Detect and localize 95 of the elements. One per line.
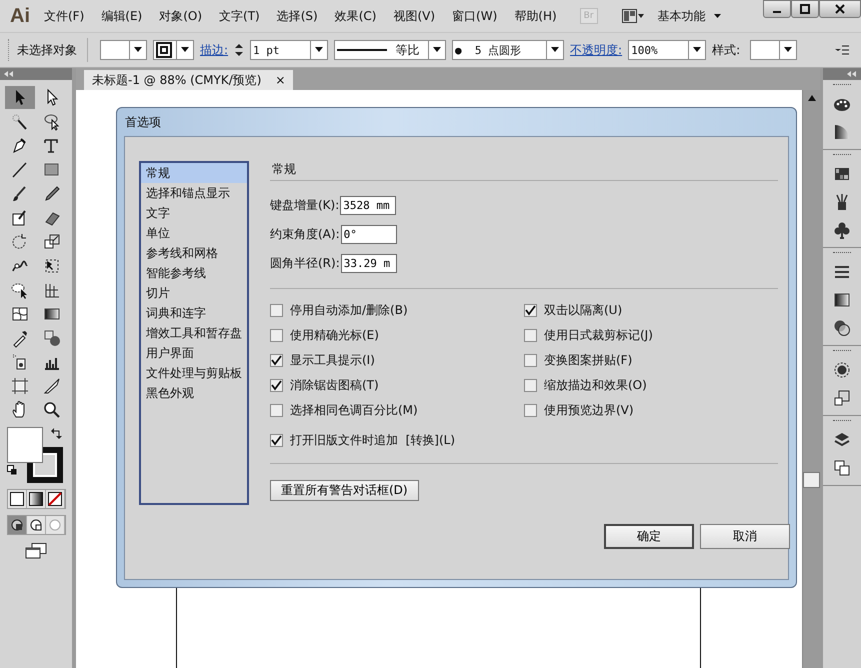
caret-icon bbox=[181, 47, 189, 53]
checkbox-label: 使用日式裁剪标记(J) bbox=[544, 326, 653, 344]
category-item[interactable]: 单位 bbox=[141, 223, 247, 243]
menu-item[interactable]: 窗口(W) bbox=[452, 8, 498, 24]
close-icon[interactable] bbox=[835, 4, 845, 14]
category-item[interactable]: 智能参考线 bbox=[141, 263, 247, 283]
field-label: 键盘增量(K): bbox=[270, 197, 340, 214]
caret-icon bbox=[551, 47, 560, 53]
scroll-up-icon[interactable] bbox=[806, 94, 816, 102]
checkbox[interactable] bbox=[524, 328, 537, 342]
checkbox-label: 打开旧版文件时追加 [转换](L) bbox=[290, 432, 456, 448]
input-field[interactable]: 33.29 m bbox=[340, 254, 397, 273]
caret-icon bbox=[134, 47, 142, 53]
opacity-field[interactable]: 100% bbox=[628, 40, 706, 60]
checkbox[interactable] bbox=[270, 354, 283, 366]
checkbox-label: 消除锯齿图稿(T) bbox=[290, 376, 379, 394]
opacity-link[interactable]: 不透明度: bbox=[570, 42, 622, 58]
menu-item[interactable]: 帮助(H) bbox=[514, 8, 557, 24]
checkbox-label: 缩放描边和效果(O) bbox=[544, 376, 647, 394]
checkbox[interactable] bbox=[524, 354, 537, 366]
fill-dropdown[interactable] bbox=[100, 40, 147, 60]
menu-item[interactable]: 视图(V) bbox=[393, 8, 436, 24]
ok-button[interactable]: 确定 bbox=[604, 524, 694, 549]
collapse-arrows-icon[interactable] bbox=[4, 71, 14, 77]
section-title: 常规 bbox=[270, 161, 778, 181]
none-mode-button[interactable] bbox=[46, 490, 64, 508]
swap-arrow-icon[interactable] bbox=[51, 427, 63, 439]
category-item[interactable]: 参考线和网格 bbox=[141, 243, 247, 263]
checkbox[interactable] bbox=[524, 304, 537, 316]
brush-dropdown[interactable]: ● 5 点圆形 bbox=[452, 40, 564, 60]
scrollbar-thumb[interactable] bbox=[803, 472, 820, 488]
checkbox[interactable] bbox=[270, 304, 283, 316]
menu-item[interactable]: 文件(F) bbox=[44, 8, 84, 24]
category-item[interactable]: 切片 bbox=[141, 283, 247, 303]
draw-normal-button[interactable] bbox=[8, 516, 26, 534]
checkbox-label: 使用预览边界(V) bbox=[544, 402, 634, 418]
field-label: 约束角度(A): bbox=[270, 226, 340, 243]
caret-icon bbox=[784, 47, 792, 53]
stepper-arrows-icon[interactable] bbox=[234, 41, 244, 59]
category-item[interactable]: 选择和锚点显示 bbox=[141, 183, 247, 203]
stroke-weight-field[interactable]: 1 pt bbox=[250, 40, 328, 60]
workspace-dropdown[interactable]: 基本功能 bbox=[658, 8, 706, 24]
caret-icon[interactable] bbox=[714, 14, 721, 18]
field-label: 圆角半径(R): bbox=[270, 255, 340, 272]
draw-behind-button[interactable] bbox=[26, 516, 46, 534]
caret-icon bbox=[433, 47, 442, 53]
arrange-documents-icon[interactable] bbox=[622, 9, 644, 23]
category-item[interactable]: 文字 bbox=[141, 203, 247, 223]
checkbox[interactable] bbox=[270, 328, 283, 342]
stroke-dropdown[interactable] bbox=[153, 40, 194, 60]
menu-item[interactable]: 选择(S) bbox=[276, 8, 318, 24]
category-item[interactable]: 用户界面 bbox=[141, 343, 247, 363]
reset-warnings-button[interactable]: 重置所有警告对话框(D) bbox=[270, 480, 419, 501]
category-item[interactable]: 常规 bbox=[141, 163, 247, 183]
input-field[interactable]: 0° bbox=[340, 225, 397, 244]
checkbox-label: 显示工具提示(I) bbox=[290, 352, 375, 368]
checkbox-label: 停用自动添加/删除(B) bbox=[290, 302, 408, 318]
screen-mode-icon[interactable] bbox=[25, 543, 47, 559]
menu-item[interactable]: 对象(O) bbox=[159, 8, 202, 24]
category-item[interactable]: 文件处理与剪贴板 bbox=[141, 363, 247, 383]
checkbox-label: 选择相同色调百分比(M) bbox=[290, 402, 418, 418]
checkbox[interactable] bbox=[270, 378, 283, 392]
document-tab[interactable]: 未标题-1 @ 88% (CMYK/预览) × bbox=[84, 70, 294, 90]
checkbox[interactable] bbox=[524, 378, 537, 392]
category-item[interactable]: 增效工具和暂存盘 bbox=[141, 323, 247, 343]
collapse-arrows-icon[interactable] bbox=[847, 71, 857, 77]
menu-item[interactable]: 文字(T) bbox=[219, 8, 260, 24]
dialog-title: 首选项 bbox=[125, 114, 161, 130]
close-tab-button[interactable]: × bbox=[275, 73, 286, 87]
checkbox[interactable] bbox=[524, 404, 537, 416]
cancel-button[interactable]: 取消 bbox=[700, 524, 790, 549]
menu-item[interactable]: 编辑(E) bbox=[101, 8, 142, 24]
profile-dropdown[interactable]: 等比 bbox=[334, 40, 446, 60]
default-colors-icon[interactable] bbox=[7, 465, 17, 475]
checkbox-label: 使用精确光标(E) bbox=[290, 326, 379, 344]
stroke-link[interactable]: 描边: bbox=[200, 42, 228, 58]
checkbox-label: 双击以隔离(U) bbox=[544, 302, 622, 318]
color-mode-button[interactable] bbox=[8, 490, 26, 508]
checkbox[interactable] bbox=[270, 434, 283, 446]
input-field[interactable]: 3528 mm bbox=[340, 196, 396, 215]
gradient-mode-button[interactable] bbox=[26, 490, 46, 508]
caret-icon bbox=[693, 47, 702, 53]
app-logo: Ai bbox=[10, 4, 30, 28]
menu-item[interactable]: 效果(C) bbox=[334, 8, 376, 24]
fill-swatch[interactable] bbox=[7, 427, 43, 463]
checkbox-label: 变换图案拼贴(F) bbox=[544, 352, 632, 368]
category-item[interactable]: 词典和连字 bbox=[141, 303, 247, 323]
style-dropdown[interactable] bbox=[750, 40, 798, 60]
maximize-icon[interactable] bbox=[800, 4, 810, 14]
style-label: 样式: bbox=[712, 42, 740, 58]
panel-menu-icon[interactable] bbox=[835, 45, 849, 55]
caret-icon bbox=[315, 47, 324, 53]
selection-status: 未选择对象 bbox=[17, 42, 77, 58]
checkbox[interactable] bbox=[270, 404, 283, 416]
category-item[interactable]: 黑色外观 bbox=[141, 383, 247, 403]
